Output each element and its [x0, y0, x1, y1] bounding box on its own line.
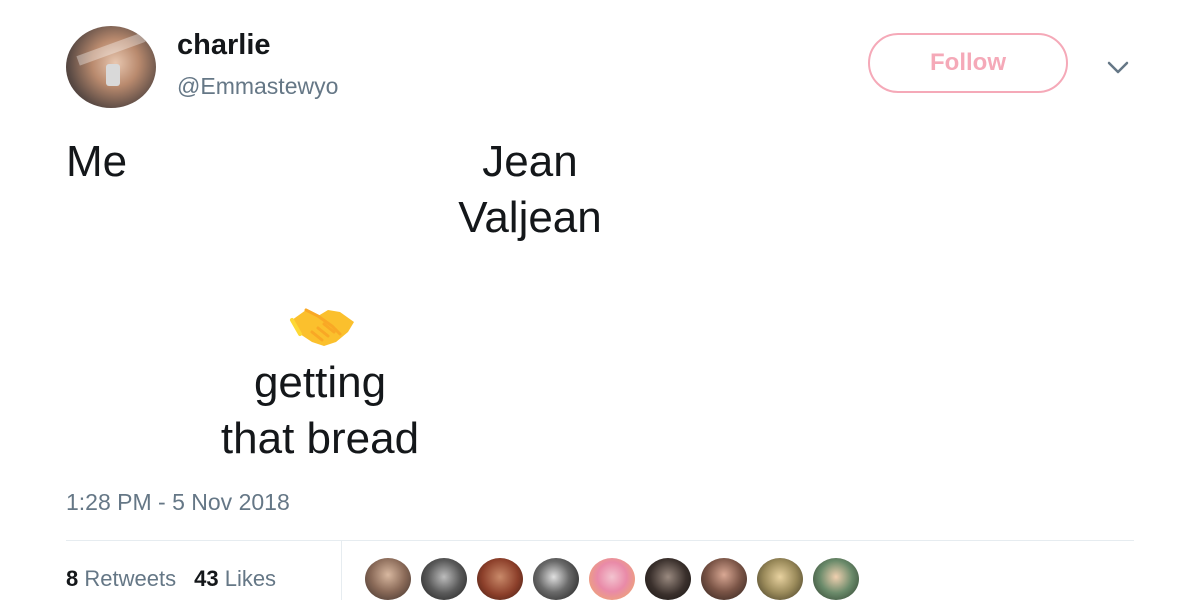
- chevron-down-icon[interactable]: [1104, 54, 1132, 80]
- author-handle[interactable]: @Emmastewyo: [177, 73, 338, 100]
- liker-avatar[interactable]: [533, 558, 579, 600]
- likes-label: Likes: [224, 566, 277, 591]
- avatar-detail: [76, 32, 146, 66]
- tweet-text-line: Valjean: [458, 193, 602, 242]
- liker-avatar[interactable]: [589, 558, 635, 600]
- retweets-stat[interactable]: 8 Retweets: [66, 566, 176, 591]
- author-display-name[interactable]: charlie: [177, 29, 271, 62]
- liker-avatar[interactable]: [421, 558, 467, 600]
- follow-button[interactable]: Follow: [868, 33, 1068, 93]
- tweet-text-jean-valjean: Jean Valjean: [430, 134, 630, 246]
- tweet-text-line: that bread: [220, 414, 420, 463]
- liker-avatar[interactable]: [701, 558, 747, 600]
- divider-vertical: [341, 541, 342, 600]
- tweet-text-getting-that-bread: getting that bread: [170, 355, 470, 467]
- liker-avatar[interactable]: [757, 558, 803, 600]
- liker-avatars: [365, 558, 869, 602]
- tweet-text-line: Jean: [482, 137, 578, 186]
- tweet-text-line: getting: [253, 358, 387, 407]
- likes-stat[interactable]: 43 Likes: [194, 566, 276, 591]
- liker-avatar[interactable]: [477, 558, 523, 600]
- liker-avatar[interactable]: [645, 558, 691, 600]
- retweets-count: 8: [66, 566, 79, 591]
- retweets-label: Retweets: [84, 566, 177, 591]
- tweet-timestamp[interactable]: 1:28 PM - 5 Nov 2018: [66, 489, 290, 516]
- handshake-icon: [290, 308, 354, 346]
- liker-avatar[interactable]: [365, 558, 411, 600]
- tweet-text-me: Me: [66, 137, 128, 186]
- likes-count: 43: [194, 566, 219, 591]
- liker-avatar[interactable]: [813, 558, 859, 600]
- avatar-detail: [106, 64, 120, 86]
- divider: [66, 540, 1134, 541]
- author-avatar[interactable]: [66, 26, 156, 108]
- tweet-stats: 8 Retweets 43 Likes: [66, 566, 276, 592]
